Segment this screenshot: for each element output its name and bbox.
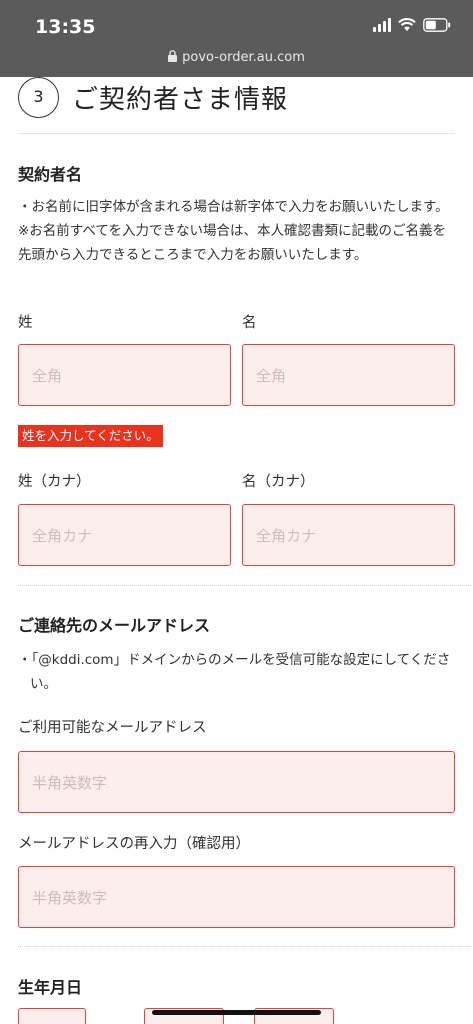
home-indicator[interactable] xyxy=(152,1010,321,1015)
birth-year-select[interactable] xyxy=(18,1008,86,1024)
page-title: ご契約者さま情報 xyxy=(72,85,289,115)
first-name-placeholder: 全角 xyxy=(256,366,287,385)
battery-icon xyxy=(423,18,451,32)
email-confirm-placeholder: 半角英数字 xyxy=(32,888,108,907)
contact-email-heading: ご連絡先のメールアドレス xyxy=(18,616,211,635)
birthdate-heading: 生年月日 xyxy=(18,978,83,997)
status-time: 13:35 xyxy=(35,16,96,38)
first-name-input[interactable]: 全角 xyxy=(242,344,455,406)
last-name-error: 姓を入力してください。 xyxy=(18,425,163,447)
step-header: 3 ご契約者さま情報 xyxy=(18,76,455,134)
contact-email-note: ・「@kddi.com」ドメインからのメールを受信可能な設定にしてください。 xyxy=(18,648,458,696)
last-name-kana-input[interactable]: 全角カナ xyxy=(18,504,231,566)
note-kddi-domain: ・「@kddi.com」ドメインからのメールを受信可能な設定にしてください。 xyxy=(18,652,451,692)
first-name-kana-input[interactable]: 全角カナ xyxy=(242,504,455,566)
lock-icon xyxy=(168,50,178,66)
wifi-icon xyxy=(398,18,416,32)
note-partial-entry: ※お名前すべてを入力できない場合は、本人確認書類に記載のご名義を先頭から入力でき… xyxy=(18,223,447,263)
email-input[interactable]: 半角英数字 xyxy=(18,751,455,813)
email-confirm-label: メールアドレスの再入力（確認用） xyxy=(18,836,250,852)
last-name-input[interactable]: 全角 xyxy=(18,344,231,406)
url-bar[interactable]: povo-order.au.com xyxy=(0,50,473,66)
status-icons xyxy=(373,18,451,32)
email-placeholder: 半角英数字 xyxy=(32,773,108,792)
url-text: povo-order.au.com xyxy=(182,50,305,65)
section-divider xyxy=(18,946,471,947)
contract-name-notes: ・お名前に旧字体が含まれる場合は新字体で入力をお願いいたします。 ※お名前すべて… xyxy=(18,195,458,267)
contract-name-heading: 契約者名 xyxy=(18,165,83,184)
note-old-characters: ・お名前に旧字体が含まれる場合は新字体で入力をお願いいたします。 xyxy=(18,199,449,215)
step-number: 3 xyxy=(18,77,59,118)
first-name-label: 名 xyxy=(242,315,257,331)
cellular-signal-icon xyxy=(373,18,391,32)
first-name-kana-placeholder: 全角カナ xyxy=(256,526,317,545)
last-name-kana-placeholder: 全角カナ xyxy=(32,526,93,545)
last-name-placeholder: 全角 xyxy=(32,366,63,385)
last-name-label: 姓 xyxy=(18,315,33,331)
last-name-kana-label: 姓（カナ） xyxy=(18,474,91,490)
browser-chrome: 13:35 povo-order.au.com xyxy=(0,0,473,77)
first-name-kana-label: 名（カナ） xyxy=(242,474,315,490)
email-confirm-input[interactable]: 半角英数字 xyxy=(18,866,455,928)
email-label: ご利用可能なメールアドレス xyxy=(18,720,207,736)
section-divider xyxy=(18,585,471,586)
